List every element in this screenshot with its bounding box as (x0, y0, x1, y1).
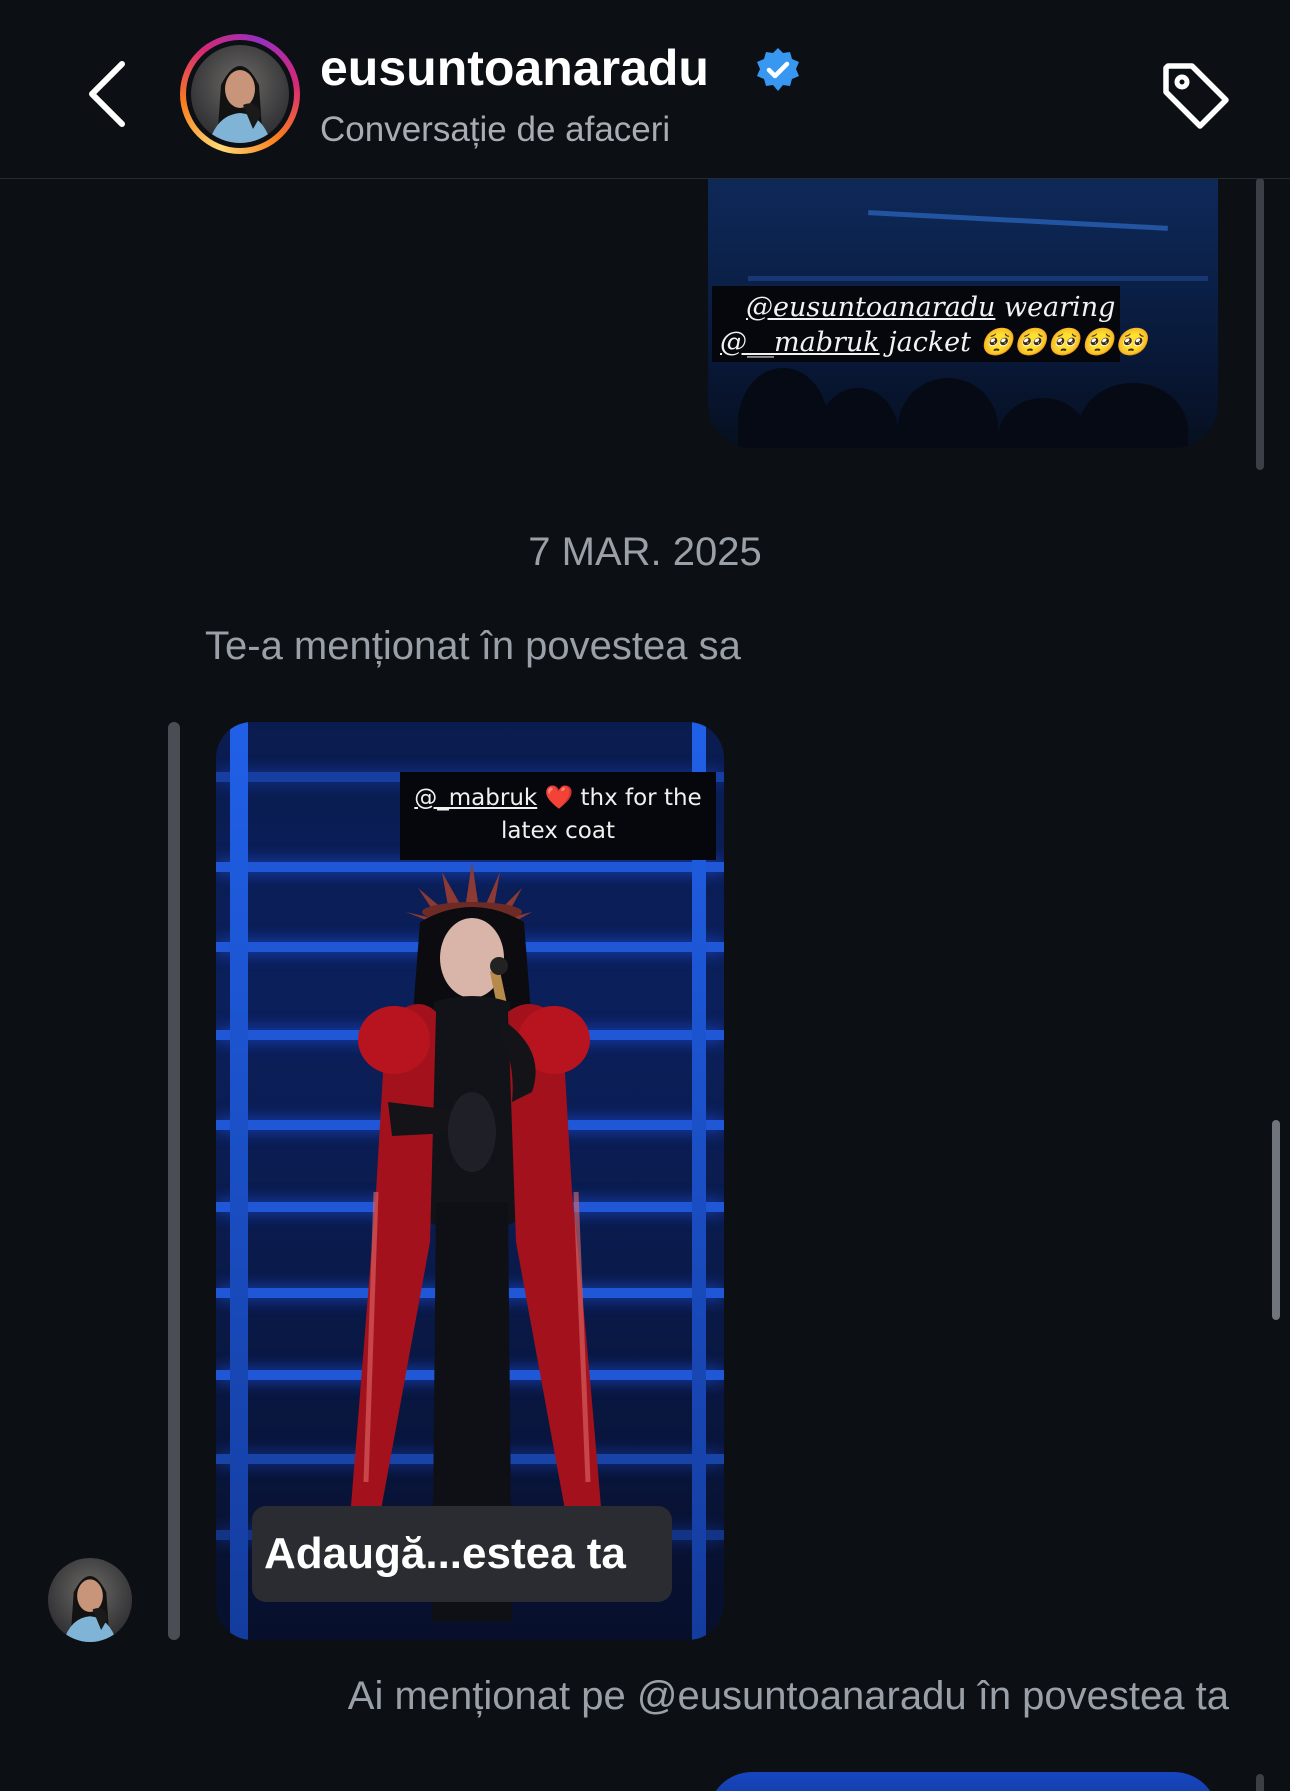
message-thread[interactable]: @eusuntoanaradu wearing @__mabruk jacket… (0, 178, 1290, 1791)
avatar-photo (191, 45, 289, 143)
caption-mention-mabruk: @_mabruk (414, 785, 538, 811)
story-caption-box: @eusuntoanaradu wearing @__mabruk jacket… (712, 286, 1148, 362)
caption-mention-eusuntoanaradu: @eusuntoanaradu (746, 292, 996, 323)
caption-text-line2: latex coat (500, 818, 615, 844)
shared-story-message-top[interactable]: @eusuntoanaradu wearing @__mabruk jacket… (708, 178, 1218, 448)
mention-notice: Te-a menționat în povestea sa (205, 624, 741, 668)
add-to-your-story-button[interactable]: Adaugă...estea ta (252, 1506, 672, 1602)
caption-text: wearing (1003, 292, 1116, 323)
tag-icon (1163, 63, 1229, 129)
back-button[interactable] (82, 56, 138, 132)
shared-story-message-bottom[interactable] (708, 1772, 1218, 1791)
story-reply-bar (168, 722, 180, 1640)
mentioned-story-preview[interactable]: @_mabruk ❤️ thx for the latex coat Adaug… (216, 722, 724, 1640)
chat-header: eusuntoanaradu Conversație de afaceri (0, 0, 1290, 179)
story-caption-box: @_mabruk ❤️ thx for the latex coat (400, 772, 716, 860)
heart-icon: ❤️ (544, 785, 574, 811)
scroll-track-bottom (1256, 1774, 1264, 1791)
scroll-track-top (1256, 178, 1264, 470)
caption-mention-mabruk: @__mabruk (720, 327, 880, 358)
profile-avatar[interactable] (180, 34, 300, 154)
sender-avatar[interactable] (48, 1558, 132, 1642)
caption-text: thx for the (580, 785, 702, 811)
label-tag-button[interactable] (1158, 58, 1234, 134)
avatar-ring-gap (186, 40, 294, 148)
you-mentioned-notice: Ai menționat pe @eusuntoanaradu în poves… (347, 1674, 1229, 1718)
conversation-type-label: Conversație de afaceri (320, 110, 671, 149)
caption-text: jacket 🥺🥺🥺🥺🥺 (888, 327, 1148, 358)
contact-username[interactable]: eusuntoanaradu (320, 38, 709, 98)
chevron-left-icon (89, 61, 125, 127)
scrollbar-thumb[interactable] (1272, 1120, 1280, 1320)
verified-badge-icon (757, 48, 799, 91)
date-separator: 7 MAR. 2025 (528, 530, 762, 574)
